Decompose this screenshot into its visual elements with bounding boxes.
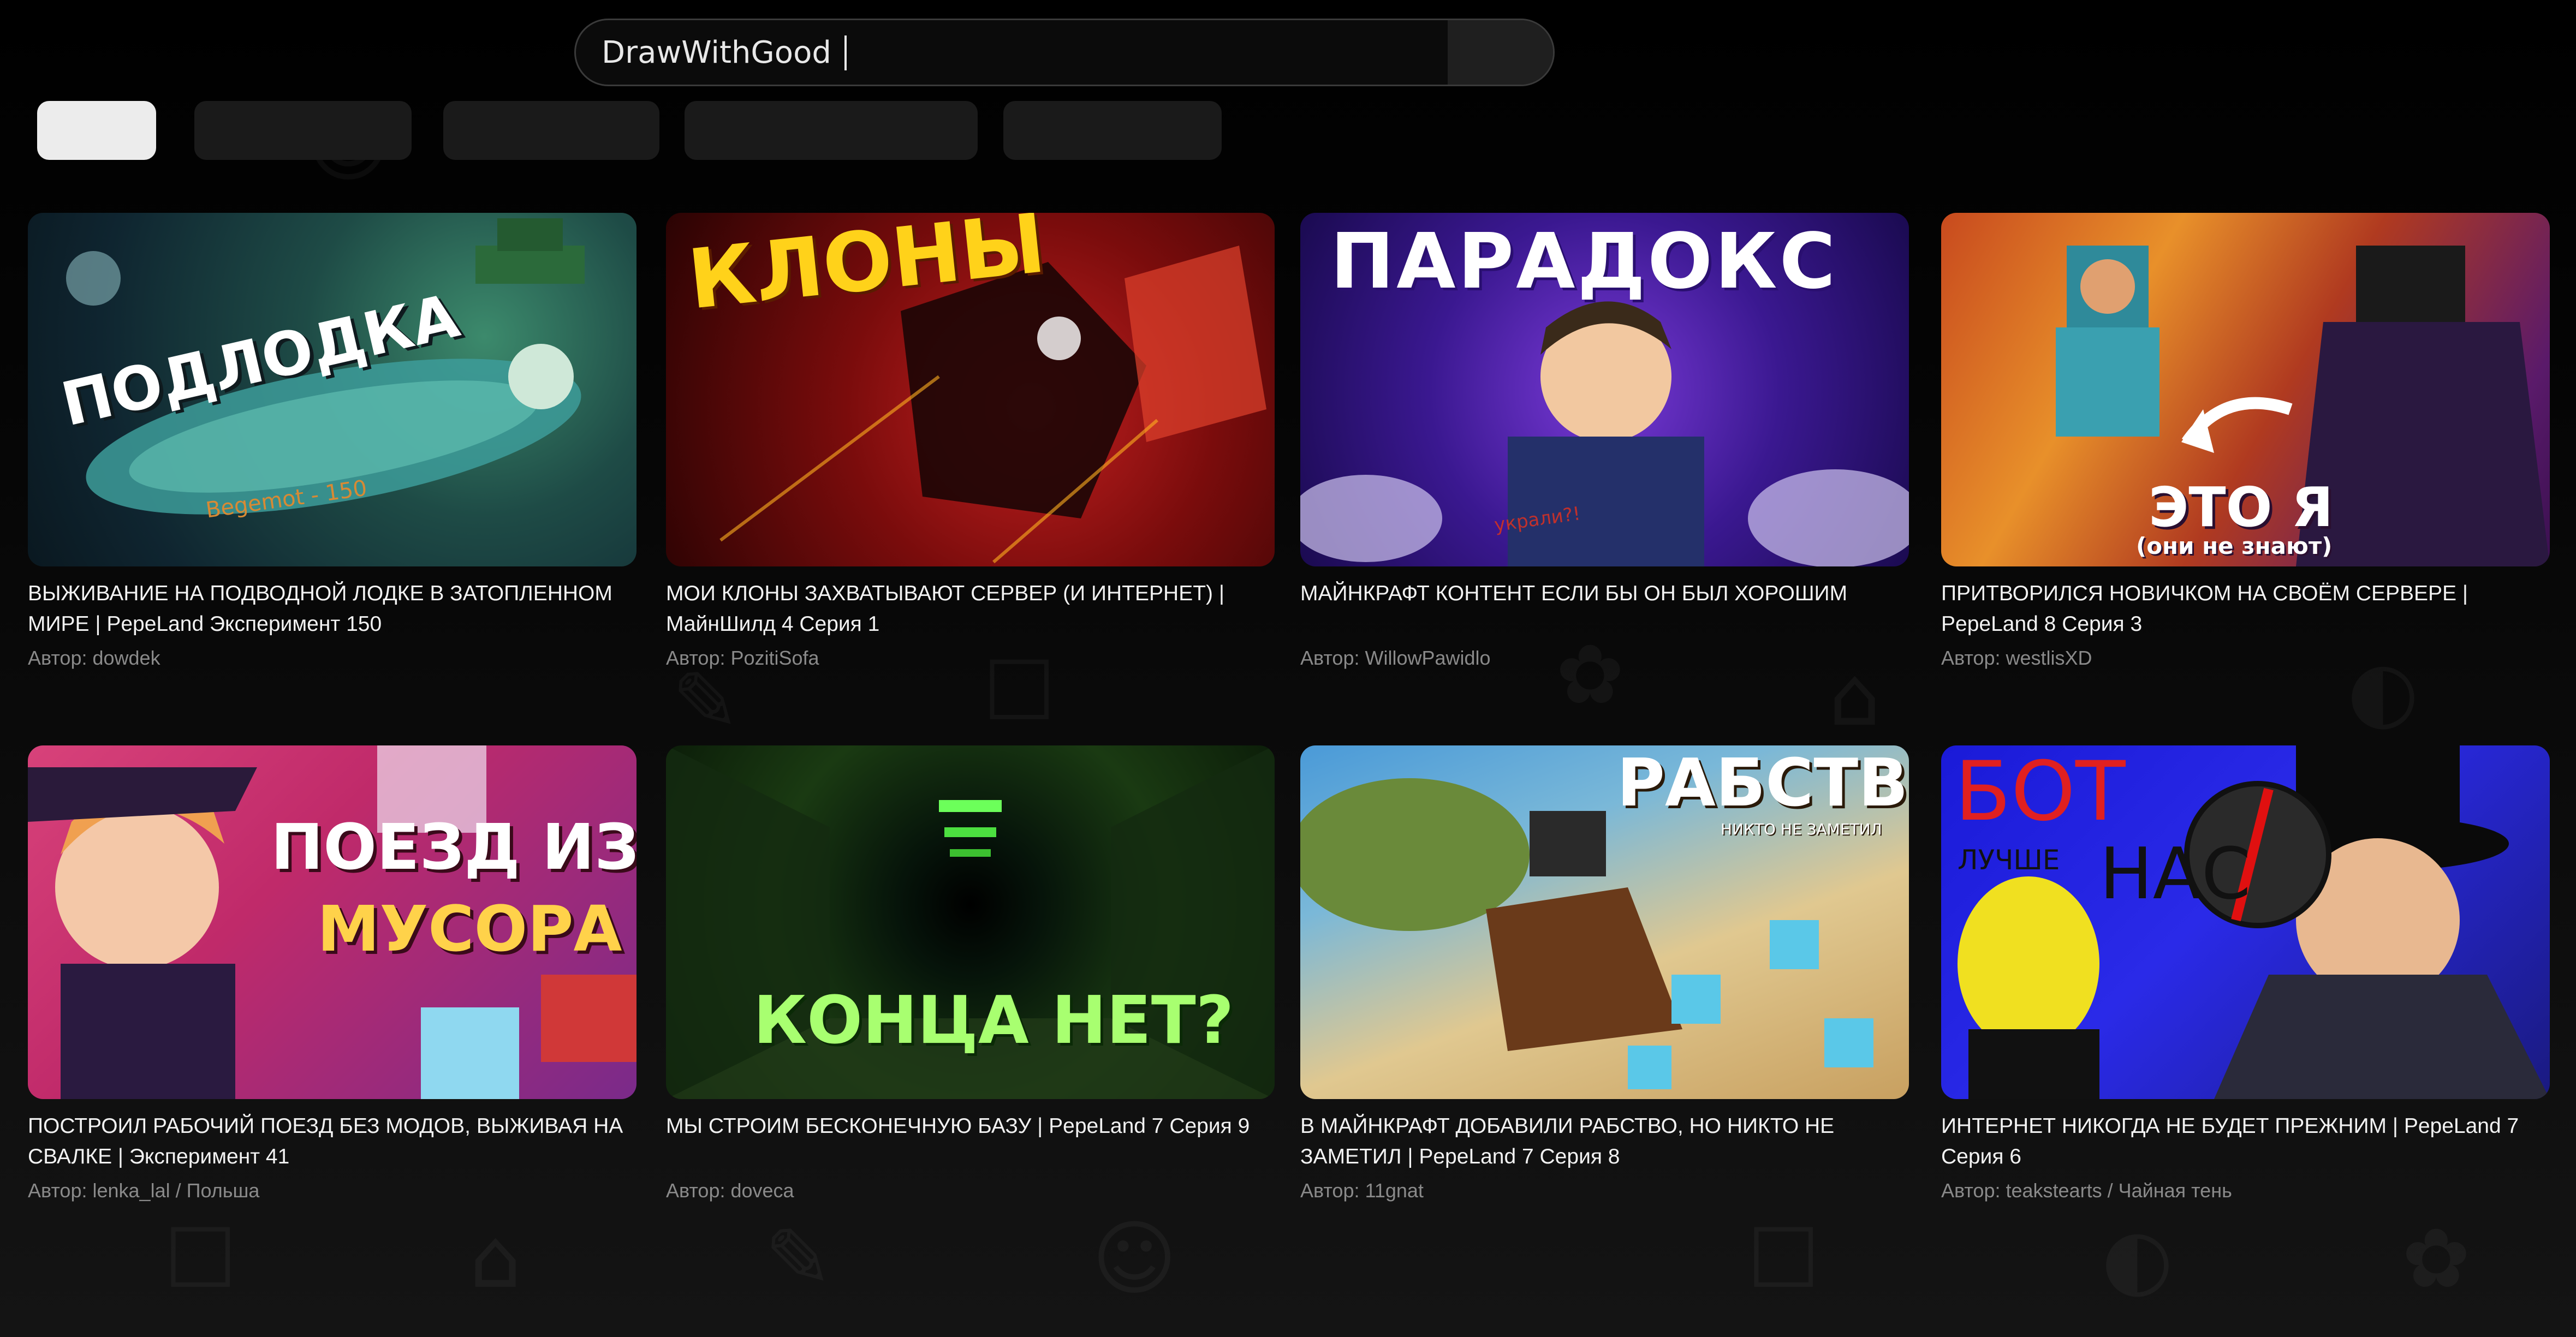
filter-chip[interactable]: [194, 101, 412, 160]
video-author: Автор: westlisXD: [1941, 644, 2550, 672]
video-title[interactable]: В МАЙНКРАФТ ДОБАВИЛИ РАБСТВО, НО НИКТО Н…: [1300, 1111, 1901, 1172]
background-doodle: ⌂: [469, 1211, 521, 1306]
video-author: Автор: lenka_lal / Польша: [28, 1177, 636, 1205]
author-prefix: Автор:: [666, 1179, 725, 1202]
video-gallery-page: ☺ ✎ ☐ ✿ ⌂ ◐ ☐ ⌂ ✎ ☺ ☐ ◐ ✿ ПОДЛОДКА B: [0, 0, 2576, 1337]
author-prefix: Автор:: [28, 1179, 87, 1202]
background-doodle: ◐: [2102, 1211, 2173, 1306]
thumbnail-subtext: ЛУЧШЕ: [1958, 844, 2060, 876]
filter-chip-all[interactable]: [37, 101, 156, 160]
video-thumbnail[interactable]: ЭТО Я (они не знают): [1941, 213, 2550, 566]
video-title[interactable]: ИНТЕРНЕТ НИКОГДА НЕ БУДЕТ ПРЕЖНИМ | Pepe…: [1941, 1111, 2542, 1172]
thumbnail-subtext: НИКТО НЕ ЗАМЕТИЛ: [1721, 820, 1882, 838]
thumbnail-text: ЭТО Я: [2149, 475, 2334, 539]
video-title[interactable]: МОИ КЛОНЫ ЗАХВАТЫВАЮТ СЕРВЕР (И ИНТЕРНЕТ…: [666, 578, 1266, 640]
thumbnail-text: РАБСТВО: [1617, 745, 1909, 821]
thumbnail-text-line-2: МУСОРА: [317, 893, 622, 966]
author-prefix: Автор:: [28, 647, 87, 669]
search-bar: [574, 19, 1555, 86]
video-author: Автор: doveca: [666, 1177, 1275, 1205]
thumbnail-text: КОНЦА НЕТ?: [753, 983, 1234, 1059]
author-name: lenka_lal / Польша: [92, 1179, 260, 1202]
video-thumbnail[interactable]: РАБСТВО НИКТО НЕ ЗАМЕТИЛ: [1300, 745, 1909, 1099]
search-button[interactable]: [1448, 20, 1553, 85]
thumbnail-text-line-2: НАС: [2099, 832, 2251, 915]
filter-chip[interactable]: [443, 101, 659, 160]
thumbnail-text: ПАРАДОКС: [1330, 217, 1838, 306]
author-name: WillowPawidlo: [1365, 647, 1491, 669]
video-author: Автор: WillowPawidlo: [1300, 644, 1909, 672]
video-title[interactable]: ПОСТРОИЛ РАБОЧИЙ ПОЕЗД БЕЗ МОДОВ, ВЫЖИВА…: [28, 1111, 628, 1172]
author-name: doveca: [730, 1179, 794, 1202]
author-name: dowdek: [92, 647, 160, 669]
background-doodle: ☺: [1092, 1211, 1177, 1306]
text-caret: [844, 35, 847, 70]
author-name: westlisXD: [2006, 647, 2092, 669]
video-thumbnail[interactable]: КЛОНЫ: [666, 213, 1275, 566]
video-card[interactable]: ПОЕЗД ИЗ МУСОРА ПОСТРОИЛ РАБОЧИЙ ПОЕЗД Б…: [28, 745, 636, 1205]
video-thumbnail[interactable]: ПОДЛОДКА Begemot - 150: [28, 213, 636, 566]
background-doodle: ✎: [764, 1211, 833, 1306]
video-thumbnail[interactable]: ПОЕЗД ИЗ МУСОРА: [28, 745, 636, 1099]
background-doodle: ☐: [164, 1211, 237, 1306]
author-name: PozitiSofa: [730, 647, 819, 669]
video-thumbnail[interactable]: КОНЦА НЕТ?: [666, 745, 1275, 1099]
video-card[interactable]: ПОДЛОДКА Begemot - 150 ВЫЖИВАНИЕ НА ПОДВ…: [28, 213, 636, 672]
video-card[interactable]: ЭТО Я (они не знают) ПРИТВОРИЛСЯ НОВИЧКО…: [1941, 213, 2550, 672]
video-title[interactable]: ПРИТВОРИЛСЯ НОВИЧКОМ НА СВОЁМ СЕРВЕРЕ | …: [1941, 578, 2542, 640]
author-name: teakstearts / Чайная тень: [2006, 1179, 2232, 1202]
background-doodle: ☐: [1747, 1211, 1820, 1306]
author-prefix: Автор:: [1941, 647, 2001, 669]
author-prefix: Автор:: [1941, 1179, 2001, 1202]
video-author: Автор: teakstearts / Чайная тень: [1941, 1177, 2550, 1205]
thumbnail-subtext: (они не знают): [2136, 533, 2333, 559]
filter-chip[interactable]: [1003, 101, 1222, 160]
video-title[interactable]: МЫ СТРОИМ БЕСКОНЕЧНУЮ БАЗУ | PepeLand 7 …: [666, 1111, 1266, 1172]
video-author: Автор: dowdek: [28, 644, 636, 672]
video-author: Автор: PozitiSofa: [666, 644, 1275, 672]
filter-chip[interactable]: [685, 101, 978, 160]
author-name: 11gnat: [1365, 1179, 1424, 1202]
video-card[interactable]: КОНЦА НЕТ? МЫ СТРОИМ БЕСКОНЕЧНУЮ БАЗУ | …: [666, 745, 1275, 1205]
author-prefix: Автор:: [1300, 647, 1360, 669]
video-title[interactable]: ВЫЖИВАНИЕ НА ПОДВОДНОЙ ЛОДКЕ В ЗАТОПЛЕНН…: [28, 578, 628, 640]
video-card[interactable]: КЛОНЫ МОИ КЛОНЫ ЗАХВАТЫВАЮТ СЕРВЕР (И ИН…: [666, 213, 1275, 672]
search-input[interactable]: [600, 20, 1454, 85]
video-author: Автор: 11gnat: [1300, 1177, 1909, 1205]
video-card[interactable]: БОТ ЛУЧШЕ НАС ИНТЕРНЕТ НИКОГДА НЕ БУДЕТ …: [1941, 745, 2550, 1205]
author-prefix: Автор:: [666, 647, 725, 669]
thumbnail-text: ПОЕЗД ИЗ: [271, 811, 636, 884]
video-title[interactable]: МАЙНКРАФТ КОНТЕНТ ЕСЛИ БЫ ОН БЫЛ ХОРОШИМ: [1300, 578, 1901, 640]
author-prefix: Автор:: [1300, 1179, 1360, 1202]
background-doodle: ✿: [2402, 1211, 2471, 1306]
video-thumbnail[interactable]: БОТ ЛУЧШЕ НАС: [1941, 745, 2550, 1099]
video-thumbnail[interactable]: ПАРАДОКС украли?!: [1300, 213, 1909, 566]
video-card[interactable]: РАБСТВО НИКТО НЕ ЗАМЕТИЛ В МАЙНКРАФТ ДОБ…: [1300, 745, 1909, 1205]
video-card[interactable]: ПАРАДОКС украли?! МАЙНКРАФТ КОНТЕНТ ЕСЛИ…: [1300, 213, 1909, 672]
thumbnail-text: БОТ: [1955, 745, 2126, 839]
